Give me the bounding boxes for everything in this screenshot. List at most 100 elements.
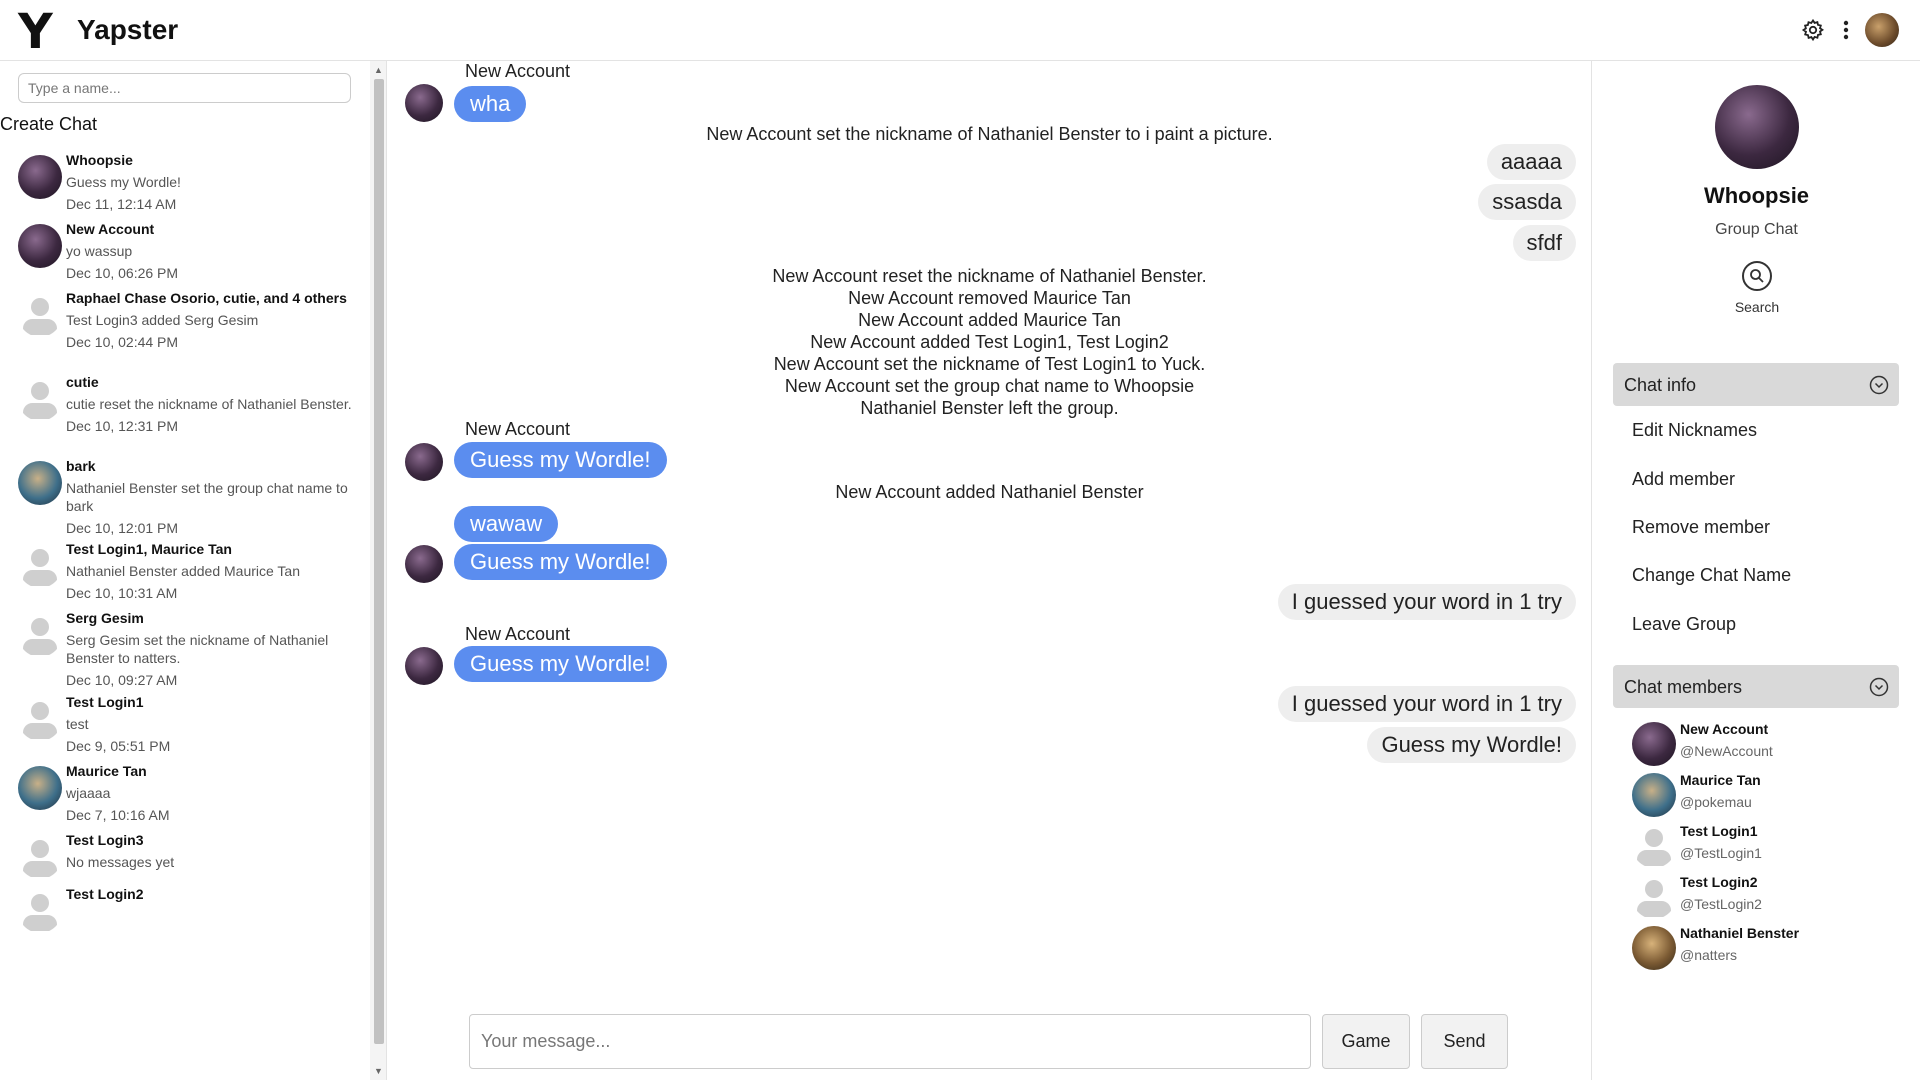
scroll-up-icon[interactable]: ▲ [370,62,386,78]
outgoing-message: aaaaa [1486,144,1576,180]
member-row[interactable]: New Account @NewAccount [1632,719,1892,767]
chat-name: Test Login3 [66,832,144,848]
chat-list-item[interactable]: bark Nathaniel Benster set the group chat… [0,457,370,536]
chat-list-item[interactable]: Test Login1, Maurice Tan Nathaniel Benste… [0,540,370,606]
chat-info-header[interactable]: Chat info [1613,363,1899,406]
chat-avatar [18,889,62,933]
chat-avatar [18,461,62,505]
chat-text: Test Login1 test Dec 9, 05:51 PM [66,693,356,755]
chat-list-item[interactable]: cutie cutie reset the nickname of Nathani… [0,373,370,439]
avatar-body [23,570,57,586]
add-member-item[interactable]: Add member [1632,469,1735,490]
member-row[interactable]: Test Login1 @TestLogin1 [1632,821,1892,869]
avatar-head [31,382,49,400]
create-chat-link[interactable]: Create Chat [0,114,97,135]
avatar-body [23,639,57,655]
search-label: Search [1734,299,1780,315]
chat-text: Maurice Tan wjaaaa Dec 7, 10:16 AM [66,762,356,824]
chat-list-item[interactable]: Test Login1 test Dec 9, 05:51 PM [0,693,370,759]
search-icon [1742,261,1772,291]
member-name: Test Login1 [1680,823,1758,839]
group-type: Group Chat [1715,221,1798,238]
group-avatar[interactable] [1715,85,1799,169]
chat-preview: Nathaniel Benster set the group chat nam… [66,480,348,514]
chat-members-header[interactable]: Chat members [1613,665,1899,708]
chat-text: New Account yo wassup Dec 10, 06:26 PM [66,220,356,282]
avatar-head [31,894,49,912]
search-input[interactable] [18,73,351,103]
avatar-body [23,319,57,335]
system-message: New Account added Maurice Tan [858,310,1121,330]
chat-time: Dec 10, 12:01 PM [66,520,179,536]
chat-time: Dec 10, 10:31 AM [66,585,178,601]
member-avatar [1632,773,1676,817]
member-name: Maurice Tan [1680,772,1761,788]
more-vertical-icon[interactable] [1832,16,1860,44]
edit-nicknames-item[interactable]: Edit Nicknames [1632,420,1757,441]
chat-preview: Nathaniel Benster added Maurice Tan [66,563,301,579]
chat-list-item[interactable]: Test Login2 [0,885,370,951]
chat-text: bark Nathaniel Benster set the group chat… [66,457,356,537]
system-message: New Account set the group chat name to W… [784,376,1195,396]
search-button[interactable]: Search [1730,261,1784,321]
avatar-head [31,618,49,636]
app-logo[interactable]: Y [18,8,53,56]
outgoing-message: Guess my Wordle! [1367,727,1576,763]
sender-avatar[interactable] [405,647,443,685]
chat-time: Dec 10, 02:44 PM [66,334,179,350]
chat-list-item[interactable]: New Account yo wassup Dec 10, 06:26 PM [0,220,370,286]
sender-avatar[interactable] [405,84,443,122]
chat-avatar [18,697,62,741]
chat-text: Test Login3 No messages yet [66,831,356,871]
game-button[interactable]: Game [1322,1014,1410,1069]
change-chat-name-item[interactable]: Change Chat Name [1632,565,1791,586]
chat-name: New Account [66,221,155,237]
chat-preview: No messages yet [66,854,175,870]
sidebar-scrollbar[interactable]: ▲ ▼ [370,61,386,1080]
scrollbar-thumb[interactable] [374,79,384,1044]
sender-avatar[interactable] [405,545,443,583]
incoming-message: wha [454,86,527,122]
chat-time: Dec 10, 06:26 PM [66,265,179,281]
incoming-message: wawaw [454,506,559,542]
chat-details-panel: Whoopsie Group Chat Search Chat info Edi… [1591,61,1920,1080]
message-input[interactable] [469,1014,1311,1069]
chat-avatar [18,293,62,337]
chat-list-item[interactable]: Serg Gesim Serg Gesim set the nickname of… [0,609,370,688]
chat-preview: Serg Gesim set the nickname of Nathaniel… [66,632,329,666]
member-row[interactable]: Maurice Tan @pokemau [1632,770,1892,818]
remove-member-item[interactable]: Remove member [1632,517,1770,538]
app-title[interactable]: Yapster [77,14,178,46]
chat-avatar [18,224,62,268]
sender-avatar[interactable] [405,443,443,481]
chat-preview: test [66,716,89,732]
user-avatar[interactable] [1865,13,1899,47]
avatar-body [23,723,57,739]
outgoing-message: ssasda [1478,184,1576,220]
system-message: New Account removed Maurice Tan [848,288,1131,308]
outgoing-message: I guessed your word in 1 try [1277,686,1576,722]
chat-text: Whoopsie Guess my Wordle! Dec 11, 12:14 AM [66,151,356,213]
member-row[interactable]: Test Login2 @TestLogin2 [1632,872,1892,920]
member-row[interactable]: Nathaniel Benster @natters [1632,923,1892,971]
chat-members-title: Chat members [1624,677,1743,697]
chat-info-title: Chat info [1624,375,1697,395]
leave-group-item[interactable]: Leave Group [1632,614,1736,635]
send-button[interactable]: Send [1421,1014,1508,1069]
chat-time: Dec 9, 05:51 PM [66,738,171,754]
chat-list-item[interactable]: Maurice Tan wjaaaa Dec 7, 10:16 AM [0,762,370,828]
message-sender: New Account [465,624,571,644]
chat-text: Raphael Chase Osorio, cutie, and 4 other… [66,289,356,351]
member-avatar [1632,824,1676,868]
member-avatar [1632,875,1676,919]
scroll-down-icon[interactable]: ▼ [370,1063,386,1079]
member-handle: @TestLogin2 [1680,896,1762,912]
chat-time: Dec 10, 09:27 AM [66,672,178,688]
system-message: New Account set the nickname of Test Log… [773,354,1206,374]
gear-icon[interactable] [1799,16,1827,44]
chat-name: Serg Gesim [66,610,144,626]
message-composer: Game Send [469,1014,1509,1070]
chat-list-item[interactable]: Whoopsie Guess my Wordle! Dec 11, 12:14 AM [0,151,370,217]
chat-list-item[interactable]: Raphael Chase Osorio, cutie, and 4 other… [0,289,370,355]
member-handle: @TestLogin1 [1680,845,1762,861]
